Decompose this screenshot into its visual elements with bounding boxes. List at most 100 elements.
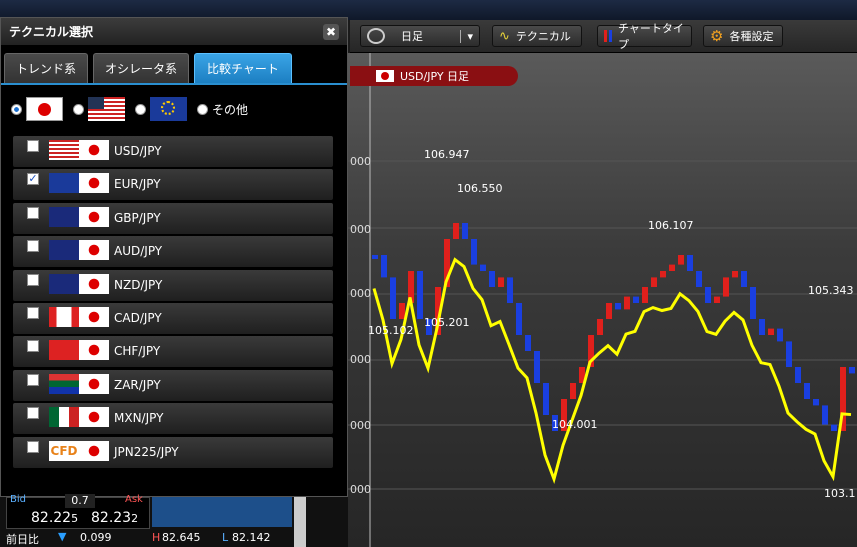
candle [795, 367, 801, 383]
chart-type-button[interactable]: チャートタイプ [597, 22, 692, 51]
pair-checkbox[interactable] [27, 340, 39, 353]
us-flag-icon [88, 97, 125, 121]
pair-row[interactable]: NZD/JPY [13, 269, 333, 301]
pair-flags [49, 273, 109, 294]
chart-tag-label: USD/JPY 日足 [400, 70, 470, 83]
pair-list: USD/JPY ✓ EUR/JPY GBP/JPY AUD/JPY NZD/JPY CAD/… [13, 136, 333, 470]
candle [489, 271, 495, 287]
pair-label: GBP/JPY [114, 210, 161, 225]
axis-label: 000 [350, 419, 371, 432]
other-radio[interactable] [197, 103, 208, 115]
low-label: L [222, 531, 229, 544]
pair-checkbox[interactable] [27, 373, 39, 386]
usd-radio[interactable] [73, 103, 84, 115]
settings-label: 各種設定 [729, 30, 774, 43]
chart-symbol-tag[interactable]: USD/JPY 日足 [350, 66, 518, 86]
technical-button[interactable]: ∿ テクニカル [492, 25, 582, 47]
rate-box[interactable]: Bid Ask 0.7 82.225 82.232 [6, 494, 150, 529]
candle [543, 383, 549, 415]
pair-checkbox[interactable] [27, 240, 39, 253]
candle [498, 277, 504, 287]
pair-flags [49, 340, 109, 361]
pair-checkbox[interactable] [27, 407, 39, 420]
jp-flag-icon [79, 273, 109, 294]
pair-label: EUR/JPY [114, 177, 161, 192]
candle [381, 255, 387, 278]
tab-oscillator[interactable]: オシレータ系 [93, 53, 189, 83]
pair-checkbox[interactable]: ✓ [27, 173, 39, 186]
tab-comparison[interactable]: 比較チャート [194, 53, 292, 83]
candle [831, 424, 837, 431]
other-label: その他 [212, 102, 249, 117]
candle [390, 277, 396, 319]
bid-price: 82.225 [31, 510, 79, 526]
wave-icon: ∿ [499, 28, 510, 44]
jpn225-flag-icon: CFD [49, 440, 79, 461]
jp-flag-icon [79, 373, 109, 394]
pair-label: CAD/JPY [114, 310, 162, 325]
candle [813, 399, 819, 406]
candle [642, 287, 648, 303]
candle [615, 303, 621, 310]
candle [399, 303, 405, 319]
pair-checkbox[interactable] [27, 140, 39, 152]
axis-label: 000 [350, 483, 371, 496]
candle [750, 287, 756, 319]
pair-row[interactable]: GBP/JPY [13, 202, 333, 234]
pair-row[interactable]: ✓ EUR/JPY [13, 169, 333, 201]
candle [534, 351, 540, 383]
nzd-flag-icon [49, 273, 79, 294]
comparison-line [372, 257, 852, 485]
jp-flag-icon [79, 173, 109, 194]
gbp-flag-icon [49, 206, 79, 227]
pair-checkbox[interactable] [27, 273, 39, 286]
candle [606, 303, 612, 319]
jp-flag-icon [354, 70, 370, 82]
candle [696, 271, 702, 287]
pair-row[interactable]: CAD/JPY [13, 302, 333, 334]
zar-flag-icon [49, 373, 79, 394]
jpy-radio[interactable] [11, 103, 22, 115]
eur-radio[interactable] [135, 103, 146, 115]
ask-price: 82.232 [91, 510, 139, 526]
pair-checkbox[interactable] [27, 440, 39, 453]
candle [597, 319, 603, 335]
pair-row[interactable]: ZAR/JPY [13, 369, 333, 401]
scrollbar[interactable] [294, 497, 306, 547]
axis-label: 000 [350, 223, 371, 236]
pair-row[interactable]: AUD/JPY [13, 236, 333, 268]
technical-label: テクニカル [515, 30, 571, 43]
axis-label: 000 [350, 287, 371, 300]
settings-button[interactable]: ⚙ 各種設定 [703, 25, 783, 47]
pair-row[interactable]: CHF/JPY [13, 336, 333, 368]
price-annotation: 103.1 [824, 487, 856, 500]
pair-row[interactable]: CFD JPN225/JPY [13, 436, 333, 468]
ask-label: Ask [125, 494, 143, 505]
price-annotation: 106.550 [457, 182, 503, 195]
panel-title: テクニカル選択 [9, 25, 94, 39]
tab-trend[interactable]: トレンド系 [4, 53, 88, 83]
pair-checkbox[interactable] [27, 306, 39, 319]
pair-label: CHF/JPY [114, 344, 161, 359]
pair-label: JPN225/JPY [114, 444, 179, 459]
mxn-flag-icon [49, 407, 79, 428]
pair-checkbox[interactable] [27, 206, 39, 219]
close-icon[interactable]: ✖ [323, 23, 339, 40]
axis-label: 000 [350, 155, 371, 168]
period-select[interactable]: 日足 ▾ [360, 25, 480, 47]
gear-icon: ⚙ [710, 27, 724, 45]
high-value: 82.645 [162, 531, 201, 544]
pair-row[interactable]: USD/JPY [13, 136, 333, 167]
pair-label: USD/JPY [114, 144, 162, 158]
candle [417, 271, 423, 319]
pair-label: NZD/JPY [114, 277, 163, 292]
candle [714, 296, 720, 303]
panel-header: テクニカル選択 ✖ [1, 18, 347, 45]
candle [480, 264, 486, 271]
rate-panel: Bid Ask 0.7 82.225 82.232 前日比 ▼ 0.099 H … [0, 494, 348, 547]
pair-row[interactable]: MXN/JPY [13, 403, 333, 435]
pair-label: AUD/JPY [114, 244, 163, 259]
pair-label: ZAR/JPY [114, 377, 161, 392]
pair-flags [49, 306, 109, 327]
price-chart[interactable]: USD/JPY 日足 000 000 000 000 000 000 106.9… [348, 53, 857, 547]
